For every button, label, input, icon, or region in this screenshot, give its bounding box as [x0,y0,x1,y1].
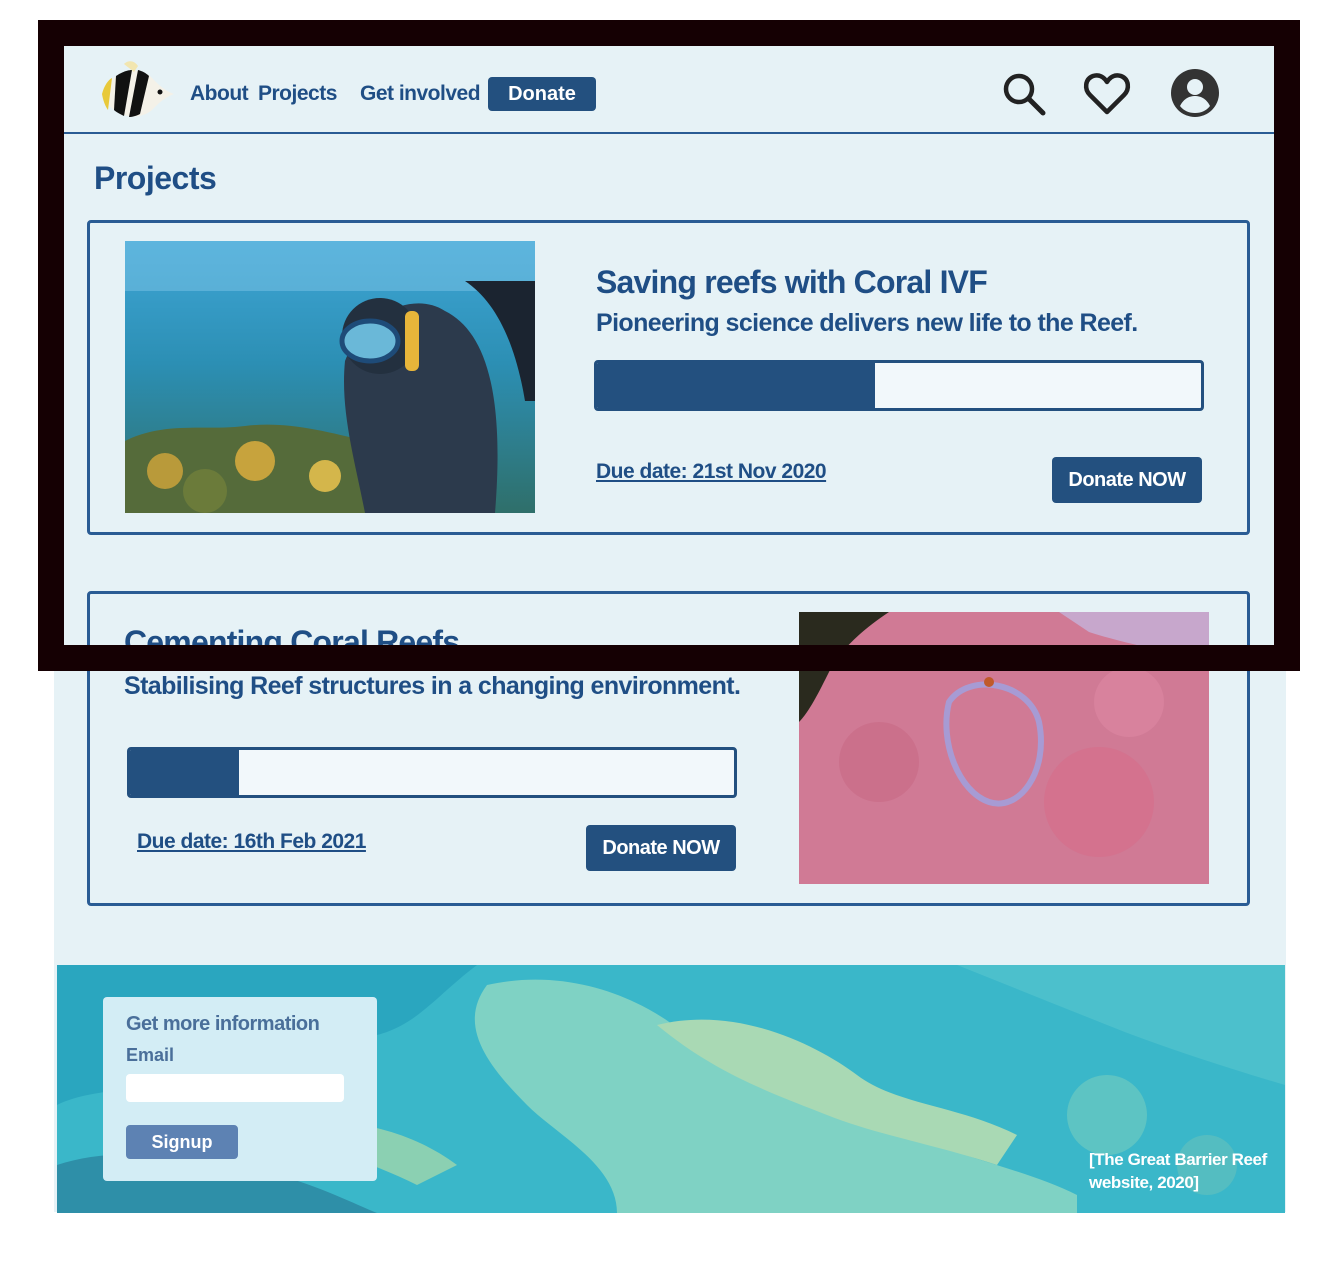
donate-now-button[interactable]: Donate NOW [586,825,736,871]
search-icon[interactable] [998,68,1048,118]
page-title: Projects [94,160,217,196]
project-subtitle: Pioneering science delivers new life to … [596,309,1138,337]
nav-projects-link[interactable]: Projects [258,82,337,106]
donate-now-button[interactable]: Donate NOW [1052,457,1202,503]
project-title: Saving reefs with Coral IVF [596,264,988,300]
due-date-link[interactable]: Due date: 16th Feb 2021 [137,830,366,854]
email-label: Email [126,1045,175,1065]
project-progress-bar [127,747,737,798]
project-progress-bar [594,360,1204,411]
nav-donate-button[interactable]: Donate [488,77,596,111]
heart-icon[interactable] [1082,68,1132,118]
due-date-link[interactable]: Due date: 21st Nov 2020 [596,460,827,484]
signup-box: Get more information Email Signup [103,997,377,1181]
coral-image [799,612,1209,884]
project-subtitle: Stabilising Reef structures in a changin… [124,672,741,700]
progress-fill [597,363,875,408]
project-title: Cementing Coral Reefs [124,624,460,660]
signup-button[interactable]: Signup [126,1125,238,1159]
email-input[interactable] [126,1074,344,1102]
diver-image [125,241,535,513]
account-icon[interactable] [1170,68,1220,118]
progress-fill [130,750,239,795]
project-photo-diver [125,241,535,513]
nav-get-involved-link[interactable]: Get involved [360,82,481,106]
signup-heading: Get more information [126,1013,320,1035]
nav-about-link[interactable]: About [190,82,249,106]
top-nav: About Projects Get involved Donate [64,46,1274,134]
fish-logo-icon[interactable] [94,60,176,124]
image-credit: [The Great Barrier Reef website, 2020] [1089,1150,1267,1192]
project-photo-coral [799,612,1209,884]
